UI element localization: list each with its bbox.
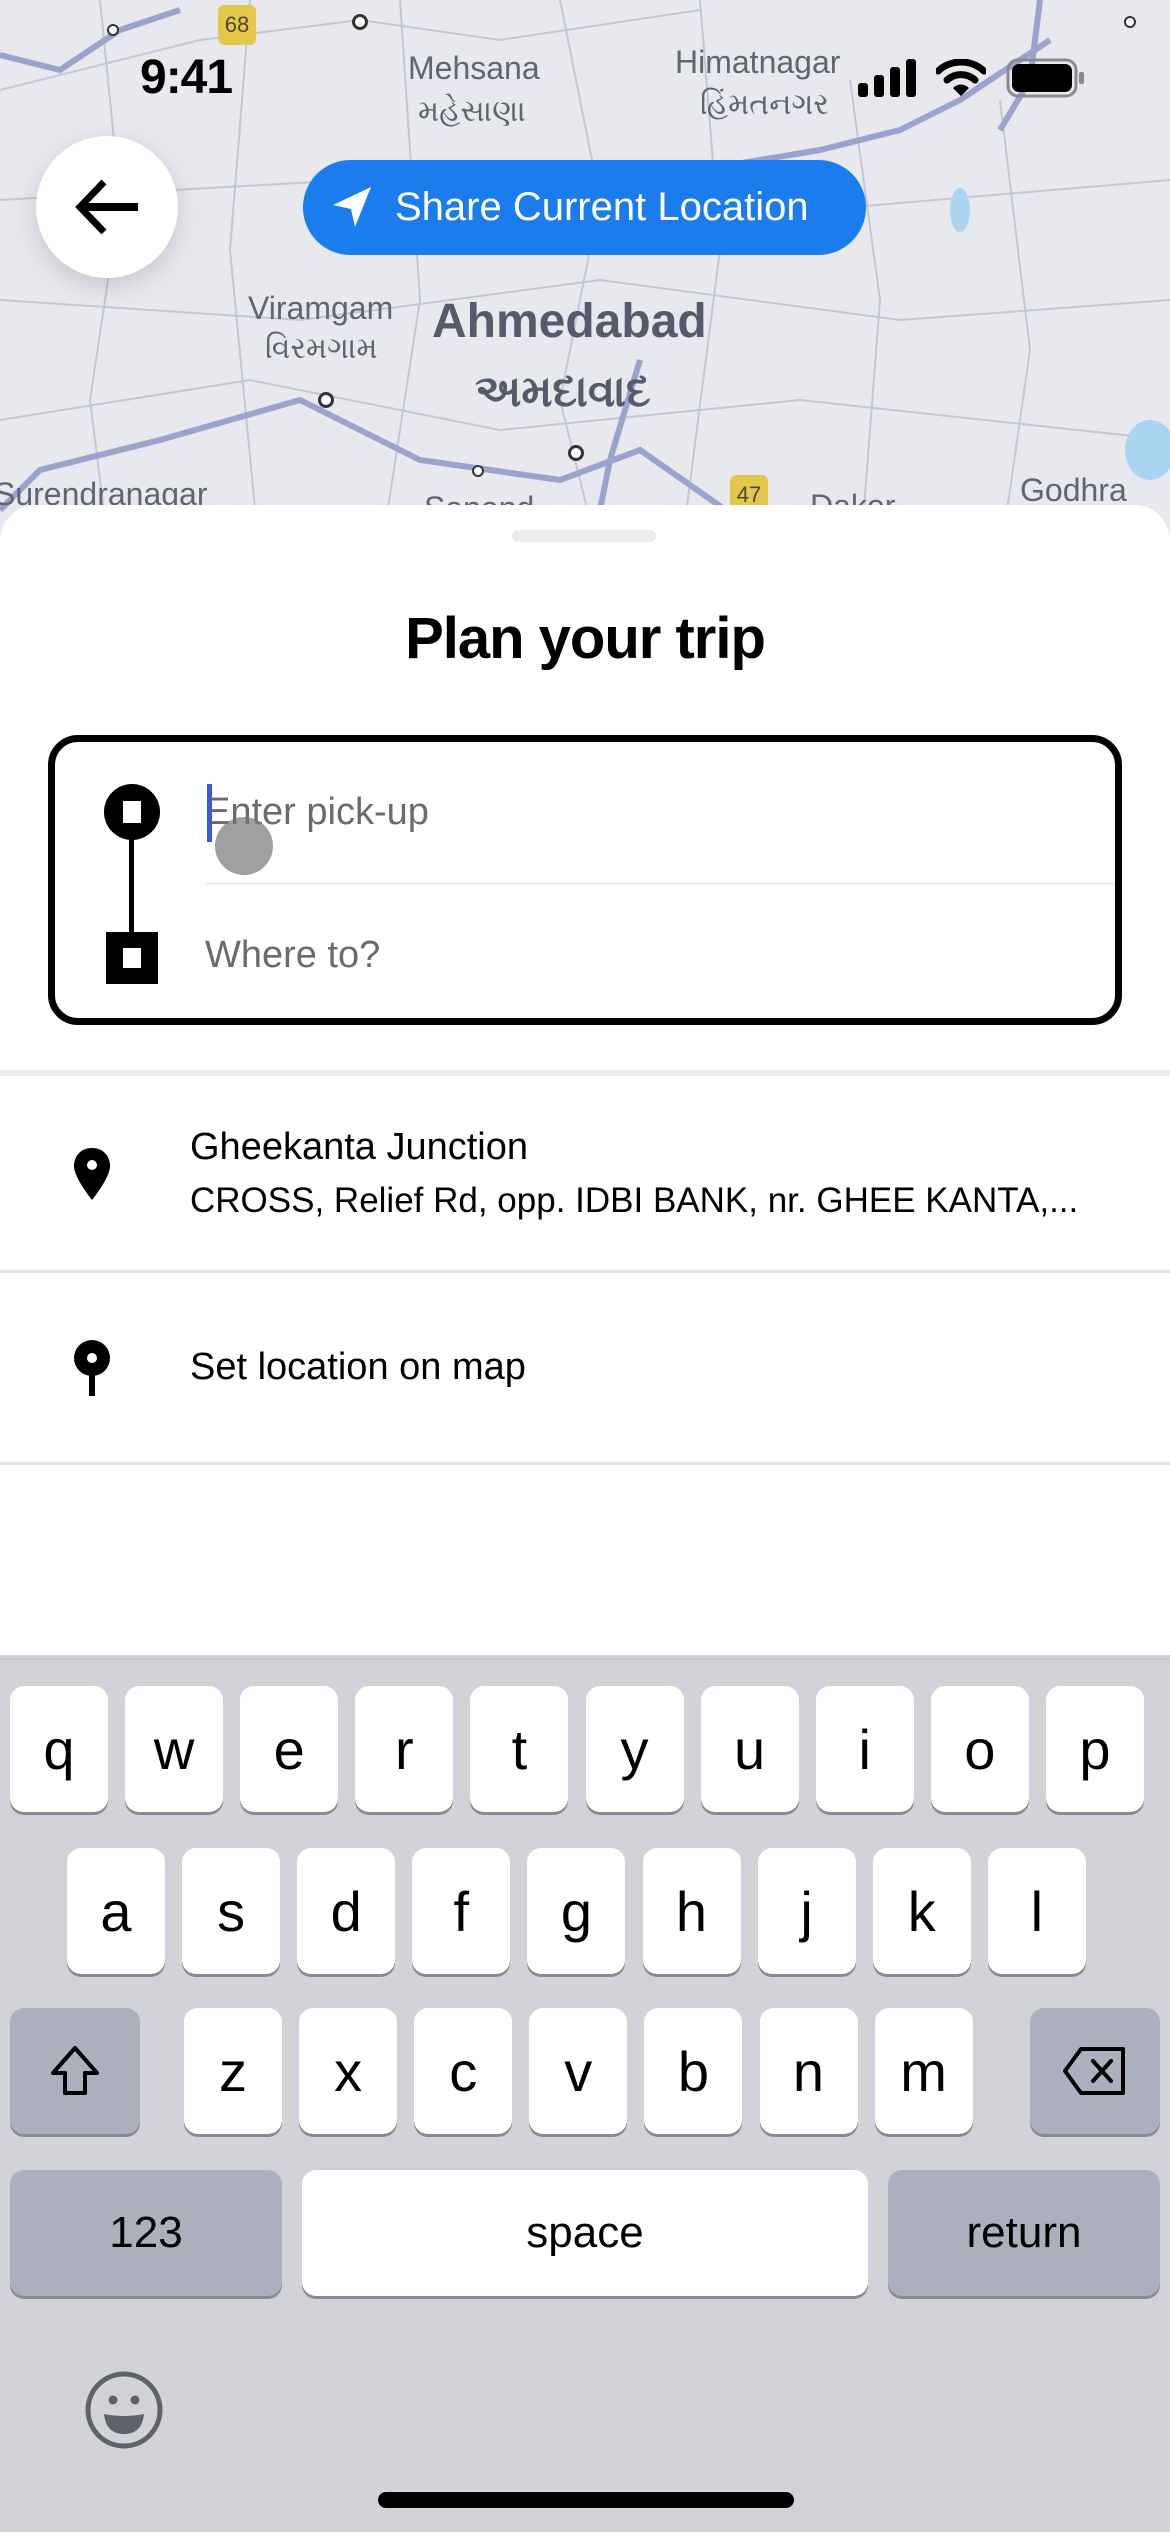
key-l[interactable]: l [987, 1848, 1086, 1974]
map-label-ahmedabad-gu: અમદાવાદ [475, 367, 651, 416]
set-location-label: Set location on map [190, 1346, 526, 1388]
key-b[interactable]: b [644, 2008, 743, 2134]
map-label-viramgam: Viramgam [248, 290, 394, 326]
key-w[interactable]: w [125, 1686, 224, 1812]
cellular-signal-icon [858, 59, 916, 97]
suggestion-item[interactable]: Gheekanta Junction CROSS, Relief Rd, opp… [0, 1077, 1170, 1273]
map-label-mehsana-gu: મહેસાણા [418, 95, 526, 128]
map-label-ahmedabad: Ahmedabad [432, 295, 707, 348]
touch-indicator [215, 817, 273, 875]
city-marker [318, 392, 334, 408]
wifi-icon [936, 59, 986, 96]
key-e[interactable]: e [240, 1686, 339, 1812]
city-marker [352, 14, 368, 30]
set-location-on-map-item[interactable]: Set location on map [0, 1273, 1170, 1465]
field-divider [205, 882, 1115, 885]
battery-icon [1006, 58, 1084, 98]
city-marker [1124, 16, 1136, 28]
text-caret [207, 784, 212, 842]
key-c[interactable]: c [414, 2008, 513, 2134]
pickup-input[interactable] [205, 777, 1085, 847]
navigation-arrow-icon [333, 186, 371, 227]
city-marker [568, 445, 584, 461]
key-t[interactable]: t [470, 1686, 569, 1812]
key-m[interactable]: m [874, 2008, 973, 2134]
sheet-grabber[interactable] [512, 530, 656, 542]
arrow-left-icon [75, 179, 138, 235]
emoji-icon[interactable] [84, 2370, 164, 2450]
back-button[interactable] [36, 136, 178, 278]
key-d[interactable]: d [297, 1848, 396, 1974]
share-current-location-label: Share Current Location [395, 185, 809, 229]
key-n[interactable]: n [759, 2008, 858, 2134]
city-marker [107, 24, 119, 36]
keyboard: qwertyuiop asdfghjkl zxcvbnm 123 space r… [0, 1658, 1170, 2532]
key-s[interactable]: s [182, 1848, 281, 1974]
plan-trip-sheet: Plan your trip Gheekanta Junction CROSS,… [0, 505, 1170, 1655]
key-y[interactable]: y [585, 1686, 684, 1812]
space-key[interactable]: space [302, 2170, 868, 2296]
suggestion-title: Gheekanta Junction [190, 1126, 529, 1168]
key-g[interactable]: g [527, 1848, 626, 1974]
location-pin-icon [74, 1147, 110, 1200]
home-indicator [378, 2492, 794, 2508]
map-label-viramgam-gu: વિરમગામ [265, 332, 378, 365]
key-i[interactable]: i [815, 1686, 914, 1812]
key-p[interactable]: p [1045, 1686, 1144, 1812]
key-x[interactable]: x [299, 2008, 398, 2134]
city-marker [472, 465, 484, 477]
status-icons [858, 58, 1086, 98]
numbers-key[interactable]: 123 [10, 2170, 282, 2296]
key-h[interactable]: h [642, 1848, 741, 1974]
backspace-icon [1063, 2047, 1125, 2095]
suggestion-subtitle: CROSS, Relief Rd, opp. IDBI BANK, nr. GH… [190, 1181, 1079, 1220]
map-label-himatnagar-gu: હિંમતનગર [700, 88, 829, 121]
shift-key[interactable] [10, 2008, 140, 2134]
map-label-himatnagar: Himatnagar [675, 44, 841, 80]
key-f[interactable]: f [412, 1848, 511, 1974]
delete-key[interactable] [1030, 2008, 1160, 2134]
key-r[interactable]: r [355, 1686, 454, 1812]
trip-inputs-box [48, 735, 1122, 1025]
key-u[interactable]: u [700, 1686, 799, 1812]
map-pin-icon [74, 1339, 110, 1396]
page-title: Plan your trip [405, 606, 766, 671]
destination-input[interactable] [205, 920, 1085, 990]
map-label-mehsana: Mehsana [408, 50, 540, 86]
route-shield-68: 68 [218, 5, 256, 45]
return-key[interactable]: return [888, 2170, 1160, 2296]
pickup-marker-icon [104, 784, 160, 840]
key-k[interactable]: k [872, 1848, 971, 1974]
key-j[interactable]: j [757, 1848, 856, 1974]
shift-icon [51, 2046, 99, 2095]
key-o[interactable]: o [930, 1686, 1029, 1812]
share-current-location-button[interactable]: Share Current Location [303, 160, 866, 255]
destination-marker-icon [106, 932, 158, 984]
map-label-godhra: Godhra [1020, 472, 1127, 508]
key-v[interactable]: v [529, 2008, 628, 2134]
key-a[interactable]: a [67, 1848, 165, 1974]
key-z[interactable]: z [184, 2008, 282, 2134]
status-time: 9:41 [140, 51, 233, 104]
section-divider [0, 1070, 1170, 1076]
key-q[interactable]: q [10, 1686, 108, 1812]
